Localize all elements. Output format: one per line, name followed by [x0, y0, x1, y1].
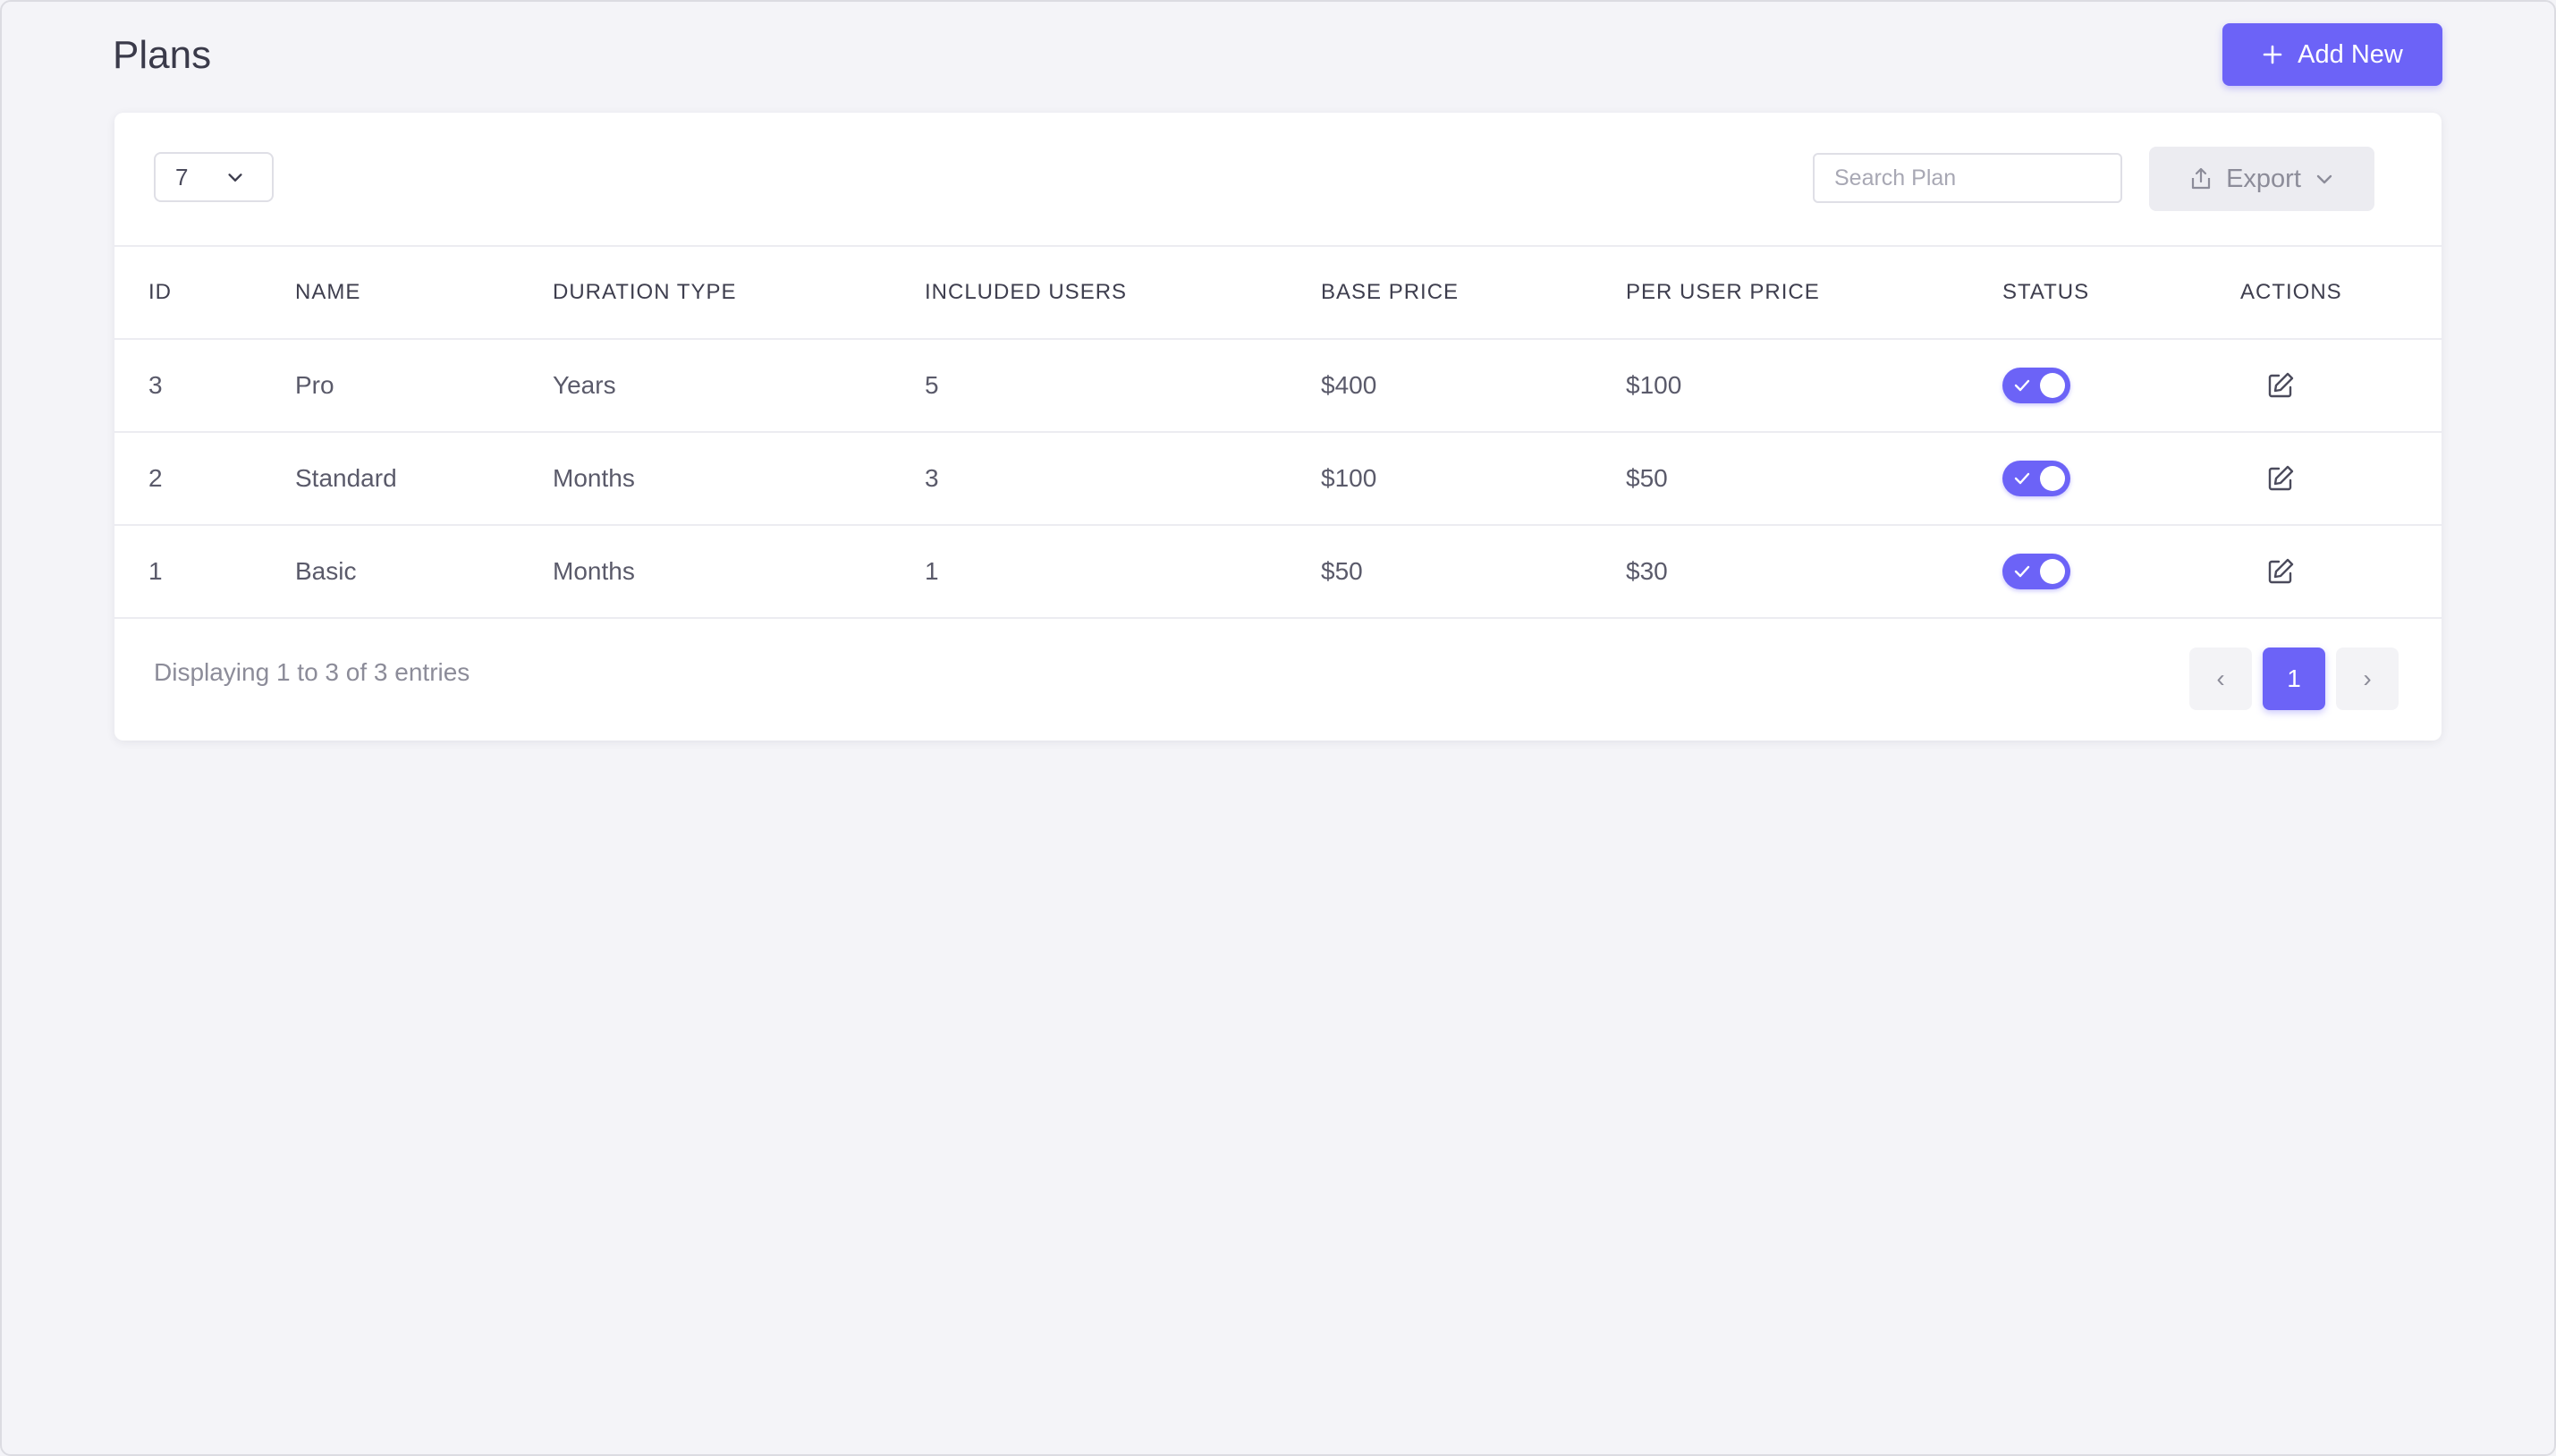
cell-base-price: $50 — [1321, 524, 1626, 619]
column-header-duration-type[interactable]: DURATION TYPE — [553, 245, 925, 339]
cell-id: 2 — [114, 431, 295, 525]
column-header-base-price[interactable]: BASE PRICE — [1321, 245, 1626, 339]
cell-status — [2002, 431, 2240, 525]
cell-duration-type: Months — [553, 524, 925, 619]
page-size-value: 7 — [175, 163, 189, 190]
plus-icon — [2263, 45, 2282, 64]
cell-included-users: 1 — [925, 524, 1321, 619]
edit-icon[interactable] — [2265, 556, 2296, 587]
column-header-actions: ACTIONS — [2240, 245, 2442, 339]
cell-status — [2002, 338, 2240, 432]
check-icon — [2014, 565, 2030, 578]
cell-id: 3 — [114, 338, 295, 432]
add-new-label: Add New — [2298, 39, 2403, 69]
toggle-knob — [2040, 373, 2065, 398]
cell-duration-type: Months — [553, 431, 925, 525]
pagination: ‹ 1 › — [2189, 648, 2399, 710]
plans-card: 7 Export ID NAME — [114, 113, 2442, 741]
page-title: Plans — [113, 33, 212, 77]
toggle-knob — [2040, 559, 2065, 584]
table-row: 2 Standard Months 3 $100 $50 — [114, 431, 2442, 525]
table-toolbar: 7 Export — [114, 113, 2442, 245]
cell-per-user-price: $50 — [1626, 431, 2002, 525]
column-header-status[interactable]: STATUS — [2002, 245, 2240, 339]
cell-duration-type: Years — [553, 338, 925, 432]
upload-icon — [2191, 167, 2211, 190]
cell-name: Pro — [295, 338, 553, 432]
cell-base-price: $100 — [1321, 431, 1626, 525]
chevron-down-icon — [2316, 174, 2332, 184]
export-button[interactable]: Export — [2149, 147, 2374, 211]
table-header-row: ID NAME DURATION TYPE INCLUDED USERS BAS… — [114, 245, 2442, 339]
column-header-name[interactable]: NAME — [295, 245, 553, 339]
previous-page-button[interactable]: ‹ — [2189, 648, 2252, 710]
cell-name: Standard — [295, 431, 553, 525]
edit-icon[interactable] — [2265, 463, 2296, 494]
cell-actions — [2240, 524, 2442, 619]
cell-id: 1 — [114, 524, 295, 619]
column-header-id[interactable]: ID — [114, 245, 295, 339]
toggle-knob — [2040, 466, 2065, 491]
plans-table: ID NAME DURATION TYPE INCLUDED USERS BAS… — [114, 245, 2442, 619]
table-row: 1 Basic Months 1 $50 $30 — [114, 524, 2442, 619]
column-header-per-user-price[interactable]: PER USER PRICE — [1626, 245, 2002, 339]
add-new-button[interactable]: Add New — [2222, 23, 2442, 86]
page-size-select[interactable]: 7 — [154, 152, 274, 202]
table-row: 3 Pro Years 5 $400 $100 — [114, 338, 2442, 432]
status-toggle[interactable] — [2002, 554, 2070, 589]
cell-included-users: 5 — [925, 338, 1321, 432]
status-toggle[interactable] — [2002, 461, 2070, 496]
cell-per-user-price: $100 — [1626, 338, 2002, 432]
check-icon — [2014, 472, 2030, 485]
check-icon — [2014, 379, 2030, 392]
cell-per-user-price: $30 — [1626, 524, 2002, 619]
cell-status — [2002, 524, 2240, 619]
cell-name: Basic — [295, 524, 553, 619]
search-plan-input[interactable] — [1813, 153, 2122, 203]
export-label: Export — [2226, 164, 2301, 193]
page-button-current[interactable]: 1 — [2263, 648, 2325, 710]
page: Plans Add New 7 Export — [0, 0, 2556, 1456]
entries-summary: Displaying 1 to 3 of 3 entries — [154, 658, 470, 686]
next-page-button[interactable]: › — [2336, 648, 2399, 710]
edit-icon[interactable] — [2265, 370, 2296, 401]
chevron-down-icon — [228, 174, 242, 182]
cell-base-price: $400 — [1321, 338, 1626, 432]
cell-actions — [2240, 431, 2442, 525]
cell-included-users: 3 — [925, 431, 1321, 525]
status-toggle[interactable] — [2002, 368, 2070, 403]
column-header-included-users[interactable]: INCLUDED USERS — [925, 245, 1321, 339]
cell-actions — [2240, 338, 2442, 432]
